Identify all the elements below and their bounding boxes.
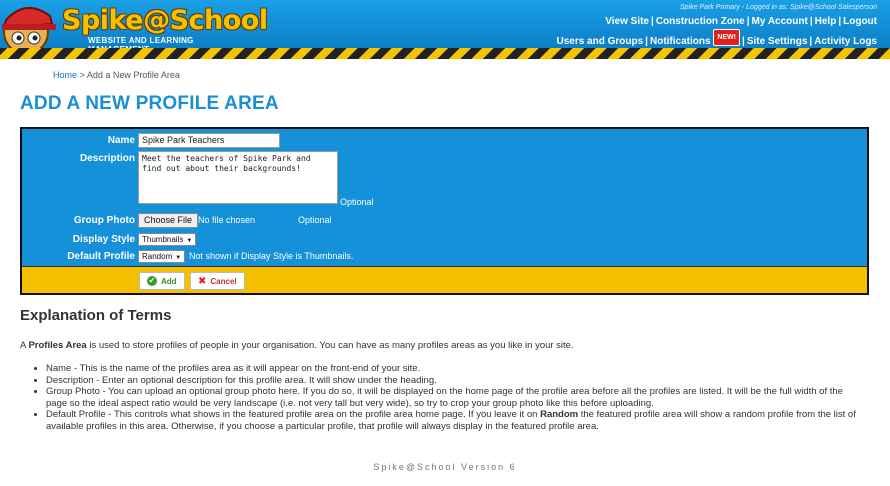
breadcrumb: Home > Add a New Profile Area: [53, 70, 180, 80]
nav-row-secondary: Users and Groups | Notifications NEW! | Site…: [556, 29, 877, 49]
add-button[interactable]: ✔ Add: [139, 272, 185, 290]
group-photo-optional: Optional: [298, 215, 332, 225]
default-profile-label: Default Profile: [67, 251, 135, 262]
explanation-list: Name - This is the name of the profiles …: [33, 363, 863, 433]
nav-users-and-groups[interactable]: Users and Groups: [556, 36, 643, 47]
display-style-label: Display Style: [72, 234, 135, 245]
description-optional: Optional: [340, 197, 374, 207]
group-photo-label: Group Photo: [73, 215, 135, 226]
list-item: Name - This is the name of the profiles …: [46, 363, 863, 375]
list-item: Description - Enter an optional descript…: [46, 375, 863, 387]
list-item: Default Profile - This controls what sho…: [46, 409, 863, 432]
list-item-text-bold: Random: [540, 409, 579, 421]
list-item: Group Photo - You can upload an optional…: [46, 386, 863, 409]
nav-view-site[interactable]: View Site: [605, 16, 649, 27]
dropdown-arrow-icon: ▼: [186, 238, 193, 244]
description-label: Description: [79, 153, 135, 164]
nav-notifications[interactable]: Notifications: [650, 36, 711, 47]
version-footer: Spike@School Version 6: [373, 462, 517, 472]
cancel-button-label: Cancel: [210, 276, 237, 286]
hazard-stripe: [0, 48, 890, 59]
add-button-label: Add: [161, 276, 177, 286]
breadcrumb-current: Add a New Profile Area: [86, 70, 180, 80]
logged-in-status: Spike Park Primary - Logged in as: Spike…: [680, 4, 877, 11]
profile-area-form: Name Spike Park Teachers Description Mee…: [20, 127, 869, 295]
logo-text: Spike@School: [62, 5, 268, 36]
top-links: Spike Park Primary - Logged in as: Spike…: [556, 4, 877, 49]
cancel-button[interactable]: ✖ Cancel: [190, 272, 245, 290]
close-icon: ✖: [198, 275, 207, 287]
explanation-title: Explanation of Terms: [20, 307, 172, 324]
nav-site-settings[interactable]: Site Settings: [747, 36, 808, 47]
choose-file-button[interactable]: Choose File: [138, 213, 199, 228]
check-icon: ✔: [147, 276, 157, 286]
nav-activity-logs[interactable]: Activity Logs: [814, 36, 877, 47]
dropdown-arrow-icon: ▼: [175, 255, 182, 261]
new-badge: NEW!: [713, 29, 740, 46]
default-profile-select[interactable]: Random ▼: [138, 250, 186, 263]
breadcrumb-separator: >: [79, 70, 85, 80]
name-label: Name: [107, 135, 135, 146]
file-status: No file chosen: [198, 215, 256, 225]
nav-help[interactable]: Help: [815, 16, 837, 27]
form-actions: ✔ Add ✖ Cancel: [22, 266, 867, 293]
default-profile-value: Random: [142, 252, 173, 261]
nav-row-primary: View Site | Construction Zone | My Account | H…: [605, 16, 877, 27]
intro-text-post: is used to store profiles of people in y…: [86, 340, 574, 351]
default-profile-hint: Not shown if Display Style is Thumbnails…: [189, 251, 354, 261]
breadcrumb-home[interactable]: Home: [53, 70, 77, 80]
page-title: ADD A NEW PROFILE AREA: [20, 93, 279, 114]
nav-logout[interactable]: Logout: [843, 16, 877, 27]
description-field[interactable]: Meet the teachers of Spike Park and find…: [138, 151, 338, 204]
name-field[interactable]: Spike Park Teachers: [138, 133, 280, 148]
nav-my-account[interactable]: My Account: [752, 16, 808, 27]
nav-construction-zone[interactable]: Construction Zone: [656, 16, 745, 27]
display-style-select[interactable]: Thumbnails ▼: [138, 233, 197, 246]
explanation-intro: A Profiles Area is used to store profile…: [20, 340, 574, 351]
intro-text-bold: Profiles Area: [28, 340, 87, 351]
list-item-text-pre: Default Profile - This controls what sho…: [46, 409, 541, 421]
display-style-value: Thumbnails: [142, 235, 184, 244]
